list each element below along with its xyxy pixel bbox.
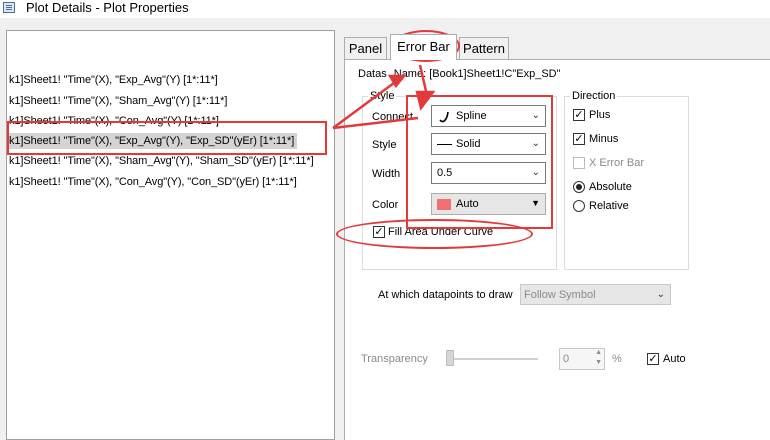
annotation-arrowhead-down bbox=[415, 90, 436, 111]
annotation-arrows bbox=[332, 64, 436, 130]
tab-error-bar[interactable]: Error Bar bbox=[390, 34, 457, 60]
